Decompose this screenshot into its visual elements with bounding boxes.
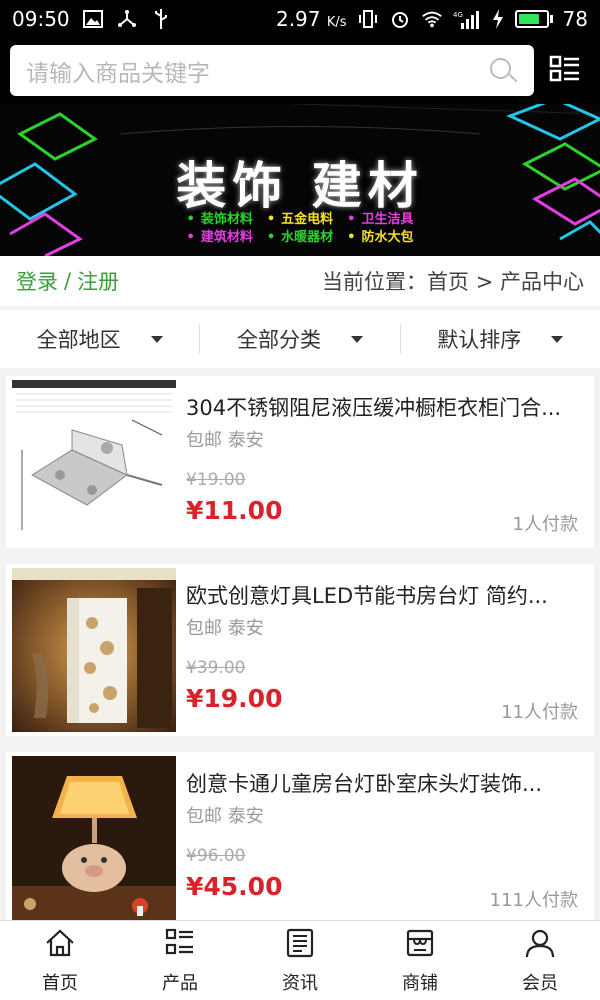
battery-tip xyxy=(549,15,553,23)
product-old-price: ¥19.00 xyxy=(186,470,246,490)
product-price: ¥11.00 xyxy=(186,496,283,525)
nav-label: 商铺 xyxy=(402,972,438,994)
wifi-icon xyxy=(421,8,443,30)
filter-category[interactable]: 全部分类 xyxy=(199,324,399,354)
battery-body xyxy=(514,10,549,28)
login-separator: / xyxy=(64,269,72,293)
current-location: 当前位置：首页 > 产品中心 xyxy=(322,270,584,294)
usb-icon xyxy=(150,8,172,30)
banner-tags-row2: 建筑材料 水暖器材 防水大包 xyxy=(0,226,600,245)
grid-menu-icon[interactable] xyxy=(549,55,581,87)
home-icon xyxy=(44,927,76,963)
product-title: 304不锈钢阻尼液压缓冲橱柜衣柜门合... xyxy=(186,396,562,420)
alarm-icon xyxy=(389,8,411,30)
nav-home[interactable]: 首页 xyxy=(0,921,120,1000)
login-link[interactable]: 登录 xyxy=(16,266,58,296)
product-title: 创意卡通儿童房台灯卧室床头灯装饰... xyxy=(186,772,543,796)
search-icon[interactable] xyxy=(488,56,518,86)
speed-value: 2.97 xyxy=(275,7,321,31)
filter-label: 全部分类 xyxy=(236,328,321,352)
banner[interactable]: 装饰 建材 装饰材料 五金电料 卫生洁具 建筑材料 水暖器材 防水大包 xyxy=(0,104,600,256)
news-icon xyxy=(284,927,316,963)
battery-fill xyxy=(518,14,539,24)
chevron-down-icon xyxy=(551,335,564,343)
filter-label: 默认排序 xyxy=(437,328,522,352)
breadcrumb: 登录 / 注册 当前位置：首页 > 产品中心 xyxy=(0,256,600,306)
nav-label: 产品 xyxy=(162,972,198,994)
lamp-image xyxy=(12,568,176,732)
product-sold: 111人付款 xyxy=(489,890,578,911)
search-header: 请输入商品关键字 xyxy=(0,38,600,104)
filter-bar: 全部地区 全部分类 默认排序 xyxy=(0,310,600,368)
product-card[interactable]: 304不锈钢阻尼液压缓冲橱柜衣柜门合... 包邮 泰安 ¥19.00 ¥11.0… xyxy=(6,376,594,548)
list-icon xyxy=(164,927,196,963)
status-right: 2.97 K/s 4G 78 xyxy=(276,7,588,31)
speed-unit: K/s xyxy=(326,15,347,30)
network-type: 4G xyxy=(453,11,463,19)
product-old-price: ¥96.00 xyxy=(186,846,246,866)
shop-icon xyxy=(404,927,436,963)
banner-tag: 卫生洁具 xyxy=(347,208,413,227)
product-sold: 11人付款 xyxy=(501,702,578,723)
nav-news[interactable]: 资讯 xyxy=(240,921,360,1000)
image-icon xyxy=(82,8,104,30)
nav-shop[interactable]: 商铺 xyxy=(360,921,480,1000)
hinge-image xyxy=(12,380,176,544)
status-time: 09:50 xyxy=(12,7,70,31)
battery-level: 78 xyxy=(562,7,588,31)
filter-sort[interactable]: 默认排序 xyxy=(399,324,600,354)
banner-tag: 防水大包 xyxy=(347,226,413,245)
status-left: 09:50 xyxy=(12,7,172,31)
signal-icon: 4G xyxy=(453,8,481,30)
vibrate-icon xyxy=(357,8,379,30)
search-placeholder: 请输入商品关键字 xyxy=(26,60,210,87)
nav-products[interactable]: 产品 xyxy=(120,921,240,1000)
product-price: ¥19.00 xyxy=(186,684,283,713)
nav-label: 会员 xyxy=(522,972,558,994)
product-location: 包邮 泰安 xyxy=(186,430,264,451)
banner-tag: 水暖器材 xyxy=(267,226,333,245)
user-icon xyxy=(524,927,556,963)
register-link[interactable]: 注册 xyxy=(77,266,119,296)
product-price: ¥45.00 xyxy=(186,872,283,901)
chevron-down-icon xyxy=(350,335,363,343)
product-title: 欧式创意灯具LED节能书房台灯 简约... xyxy=(186,584,548,608)
nav-label: 资讯 xyxy=(282,972,318,994)
product-old-price: ¥39.00 xyxy=(186,658,246,678)
nav-member[interactable]: 会员 xyxy=(480,921,600,1000)
product-location: 包邮 泰安 xyxy=(186,618,264,639)
product-card[interactable]: 欧式创意灯具LED节能书房台灯 简约... 包邮 泰安 ¥39.00 ¥19.0… xyxy=(6,564,594,736)
bottom-nav: 首页 产品 资讯 商铺 会员 xyxy=(0,920,600,1000)
product-location: 包邮 泰安 xyxy=(186,806,264,827)
usb-share-icon xyxy=(116,8,138,30)
product-card[interactable]: 创意卡通儿童房台灯卧室床头灯装饰... 包邮 泰安 ¥96.00 ¥45.00 … xyxy=(6,752,594,924)
status-bar: 09:50 2.97 K/s 4G 78 xyxy=(0,0,600,38)
banner-tag: 装饰材料 xyxy=(187,208,253,227)
filter-label: 全部地区 xyxy=(36,328,121,352)
search-input[interactable]: 请输入商品关键字 xyxy=(10,45,534,96)
product-sold: 1人付款 xyxy=(512,514,578,535)
charging-icon xyxy=(491,8,505,30)
nav-label: 首页 xyxy=(42,972,78,994)
banner-tag: 五金电料 xyxy=(267,208,333,227)
network-speed: 2.97 K/s xyxy=(276,7,347,31)
banner-tag: 建筑材料 xyxy=(187,226,253,245)
banner-tags-row1: 装饰材料 五金电料 卫生洁具 xyxy=(0,208,600,227)
battery-icon xyxy=(514,10,553,28)
chevron-down-icon xyxy=(150,335,163,343)
kids-lamp-image xyxy=(12,756,176,920)
filter-region[interactable]: 全部地区 xyxy=(0,324,199,354)
